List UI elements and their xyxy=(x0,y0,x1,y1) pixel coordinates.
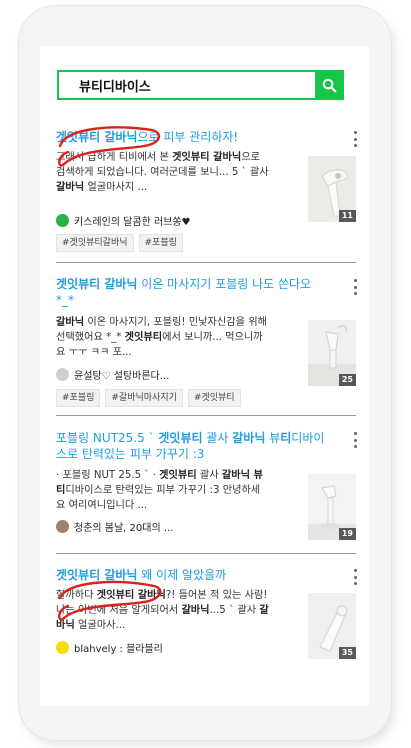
tag-chip[interactable]: #포블링 xyxy=(138,234,183,252)
snippet-text: 얼굴마사지 ... xyxy=(84,182,148,193)
image-count-badge: 35 xyxy=(338,647,356,659)
author-name: 키스레인의 달콤한 러브쏭♥ xyxy=(74,217,191,228)
search-icon xyxy=(322,78,336,92)
avatar xyxy=(56,368,69,381)
snippet-text: 괄사 xyxy=(196,470,222,481)
tag-chip[interactable]: #갈바닉마사지기 xyxy=(105,389,183,407)
search-input[interactable] xyxy=(59,72,309,98)
author[interactable]: 키스레인의 달콤한 러브쏭♥ xyxy=(56,213,191,228)
author-name: blahvely : 블라블리 xyxy=(74,644,163,655)
more-options-button[interactable] xyxy=(348,432,362,448)
snippet-highlight: 겟잇뷰티 갈바닉 xyxy=(96,590,166,601)
post-thumbnail[interactable]: 25 xyxy=(308,320,356,386)
more-options-button[interactable] xyxy=(348,569,362,585)
list-item[interactable]: 겟잇뷰티 갈바닉으로 피부 관리하자! 그래서 급하게 티비에서 본 겟잇뷰티 … xyxy=(56,124,357,263)
post-thumbnail[interactable]: 19 xyxy=(308,474,356,540)
post-title[interactable]: 겟잇뷰티 갈바닉 이온 마사지기 포블링 나도 쓴다오 *_* xyxy=(56,276,328,308)
snippet-text: 할까하다 xyxy=(56,590,97,601)
post-snippet: 갈바닉 이온 마사지기, 포블링! 민낯자신감을 위해 선택했어요 *_* 겟잇… xyxy=(56,315,269,360)
snippet-highlight: 갈바닉 xyxy=(56,317,85,328)
list-item[interactable]: 겟잇뷰티 갈바닉 이온 마사지기 포블링 나도 쓴다오 *_* 갈바닉 이온 마… xyxy=(56,263,357,416)
post-thumbnail[interactable]: 35 xyxy=(308,593,356,659)
list-item[interactable]: 겟잇뷰티 갈바닉 왜 이제 알았을까 할까하다 겟잇뷰티 갈바닉?! 들어본 적… xyxy=(56,554,357,674)
snippet-highlight: 겟잇뷰티 xyxy=(124,332,163,343)
post-snippet: 할까하다 겟잇뷰티 갈바닉?! 들어본 적 있는 사람! 나는 이번에 처음 알… xyxy=(56,588,269,633)
tag-chip[interactable]: #겟잇뷰티갈바닉 xyxy=(56,234,134,252)
image-count-badge: 11 xyxy=(338,210,356,222)
avatar xyxy=(56,641,69,654)
post-thumbnail[interactable]: 11 xyxy=(308,156,356,222)
snippet-highlight: 겟잇뷰티 xyxy=(159,470,197,481)
avatar xyxy=(56,214,69,227)
post-title[interactable]: 겟잇뷰티 갈바닉 왜 이제 알았을까 xyxy=(56,567,328,583)
phone-frame: 겟잇뷰티 갈바닉으로 피부 관리하자! 그래서 급하게 티비에서 본 겟잇뷰티 … xyxy=(19,6,391,740)
author[interactable]: blahvely : 블라블리 xyxy=(56,640,163,655)
author[interactable]: 윤설탕♡ 설탕바른다... xyxy=(56,367,169,382)
post-snippet: 그래서 급하게 티비에서 본 겟잇뷰티 갈바닉으로 검색하게 되었습니다. 여러… xyxy=(56,150,269,195)
post-title[interactable]: 겟잇뷰티 갈바닉으로 피부 관리하자! xyxy=(56,129,328,145)
search-bar xyxy=(57,70,344,100)
snippet-text: 그래서 급하게 티비에서 본 xyxy=(56,152,173,163)
snippet-text: · 포블링 NUT 25.5 ` · xyxy=(56,470,160,481)
more-options-button[interactable] xyxy=(348,131,362,147)
results-list: 겟잇뷰티 갈바닉으로 피부 관리하자! 그래서 급하게 티비에서 본 겟잇뷰티 … xyxy=(56,124,357,674)
search-button[interactable] xyxy=(315,70,343,100)
tag-list: #겟잇뷰티갈바닉 #포블링 xyxy=(56,234,183,252)
snippet-text: 디바이스로 탄력있는 피부 가꾸기 :3 안녕하세요 여리여니입니다 ... xyxy=(56,485,261,511)
tag-chip[interactable]: #겟잇뷰티 xyxy=(187,389,241,407)
tag-chip[interactable]: #포블링 xyxy=(56,389,101,407)
avatar xyxy=(56,520,69,533)
snippet-highlight: 갈바닉 xyxy=(56,182,85,193)
snippet-text: 얼굴마사... xyxy=(74,620,126,631)
post-snippet: · 포블링 NUT 25.5 ` · 겟잇뷰티 괄사 갈바닉 뷰티디바이스로 탄… xyxy=(56,468,269,513)
snippet-highlight: 갈바닉 xyxy=(181,605,210,616)
list-item[interactable]: 포블링 NUT25.5 ` 겟잇뷰티 괄사 갈바닉 뷰티디바이스로 탄력있는 피… xyxy=(56,416,357,554)
snippet-text: ...5 ` 괄사 xyxy=(209,605,260,616)
tag-list: #포블링 #갈바닉마사지기 #겟잇뷰티 xyxy=(56,389,241,407)
more-options-button[interactable] xyxy=(348,279,362,295)
image-count-badge: 25 xyxy=(338,374,356,386)
image-count-badge: 19 xyxy=(338,528,356,540)
snippet-highlight: 겟잇뷰티 갈바닉 xyxy=(172,152,242,163)
author[interactable]: 청춘의 봄날, 20대의 ... xyxy=(56,519,173,534)
post-title[interactable]: 포블링 NUT25.5 ` 겟잇뷰티 괄사 갈바닉 뷰티디바이스로 탄력있는 피… xyxy=(56,430,328,462)
author-name: 윤설탕♡ 설탕바른다... xyxy=(74,371,170,382)
author-name: 청춘의 봄날, 20대의 ... xyxy=(74,523,174,534)
screen: 겟잇뷰티 갈바닉으로 피부 관리하자! 그래서 급하게 티비에서 본 겟잇뷰티 … xyxy=(40,46,369,706)
